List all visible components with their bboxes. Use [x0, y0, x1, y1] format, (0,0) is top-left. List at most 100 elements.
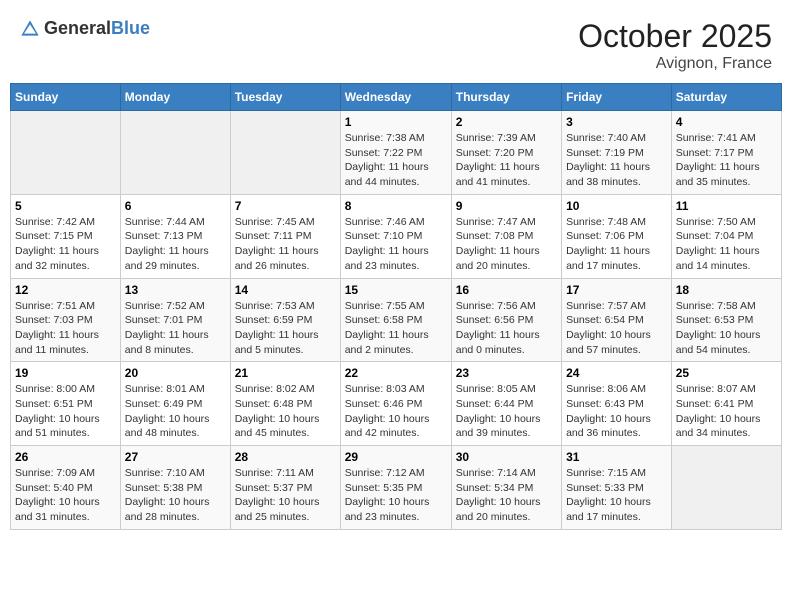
day-number: 8	[345, 199, 447, 213]
calendar-cell: 3 Sunrise: 7:40 AM Sunset: 7:19 PM Daylig…	[562, 111, 672, 195]
day-number: 2	[456, 115, 557, 129]
month-title: October 2025 Avignon, France	[578, 18, 772, 73]
weekday-header-tuesday: Tuesday	[230, 84, 340, 111]
calendar-cell: 5Sunrise: 7:42 AM Sunset: 7:15 PM Daylig…	[11, 194, 121, 278]
day-number: 16	[456, 283, 557, 297]
day-number: 27	[125, 450, 226, 464]
calendar-cell: 11 Sunrise: 7:50 AM Sunset: 7:04 PM Dayli…	[671, 194, 781, 278]
calendar-cell: 8 Sunrise: 7:46 AM Sunset: 7:10 PM Daylig…	[340, 194, 451, 278]
day-number: 28	[235, 450, 336, 464]
day-number: 19	[15, 366, 116, 380]
calendar-cell: 27Sunrise: 7:10 AM Sunset: 5:38 PM Dayli…	[120, 446, 230, 530]
day-number: 26	[15, 450, 116, 464]
day-number: 13	[125, 283, 226, 297]
page-header: GeneralBlue October 2025 Avignon, France	[10, 10, 782, 77]
day-info: Sunrise: 7:15 AM Sunset: 5:33 PM Dayligh…	[566, 466, 667, 525]
calendar-cell: 1 Sunrise: 7:38 AM Sunset: 7:22 PM Daylig…	[340, 111, 451, 195]
day-number: 22	[345, 366, 447, 380]
week-row-1: 1 Sunrise: 7:38 AM Sunset: 7:22 PM Daylig…	[11, 111, 782, 195]
day-info: Sunrise: 7:48 AM Sunset: 7:06 PM Dayligh…	[566, 215, 667, 274]
weekday-header-sunday: Sunday	[11, 84, 121, 111]
day-info: Sunrise: 7:44 AM Sunset: 7:13 PM Dayligh…	[125, 215, 226, 274]
calendar-cell: 17 Sunrise: 7:57 AM Sunset: 6:54 PM Dayli…	[562, 278, 672, 362]
calendar-cell: 12 Sunrise: 7:51 AM Sunset: 7:03 PM Dayli…	[11, 278, 121, 362]
day-info: Sunrise: 7:11 AM Sunset: 5:37 PM Dayligh…	[235, 466, 336, 525]
day-number: 24	[566, 366, 667, 380]
calendar-header: SundayMondayTuesdayWednesdayThursdayFrid…	[11, 84, 782, 111]
day-number: 11	[676, 199, 777, 213]
weekday-header-wednesday: Wednesday	[340, 84, 451, 111]
day-number: 29	[345, 450, 447, 464]
day-number: 25	[676, 366, 777, 380]
day-info: Sunrise: 7:39 AM Sunset: 7:20 PM Dayligh…	[456, 131, 557, 190]
calendar-cell: 20 Sunrise: 8:01 AM Sunset: 6:49 PM Dayli…	[120, 362, 230, 446]
calendar-cell: 13 Sunrise: 7:52 AM Sunset: 7:01 PM Dayli…	[120, 278, 230, 362]
calendar-cell: 25 Sunrise: 8:07 AM Sunset: 6:41 PM Dayli…	[671, 362, 781, 446]
calendar-cell: 26 Sunrise: 7:09 AM Sunset: 5:40 PM Dayli…	[11, 446, 121, 530]
day-number: 9	[456, 199, 557, 213]
day-info: Sunrise: 8:00 AM Sunset: 6:51 PM Dayligh…	[15, 382, 116, 441]
day-number: 5	[15, 199, 116, 213]
weekday-header-thursday: Thursday	[451, 84, 561, 111]
day-info: Sunrise: 7:53 AM Sunset: 6:59 PM Dayligh…	[235, 299, 336, 358]
day-info: Sunrise: 7:47 AM Sunset: 7:08 PM Dayligh…	[456, 215, 557, 274]
day-info: Sunrise: 7:51 AM Sunset: 7:03 PM Dayligh…	[15, 299, 116, 358]
month-year: October 2025	[578, 18, 772, 55]
weekday-header-monday: Monday	[120, 84, 230, 111]
calendar-cell: 30Sunrise: 7:14 AM Sunset: 5:34 PM Dayli…	[451, 446, 561, 530]
calendar-cell	[120, 111, 230, 195]
day-info: Sunrise: 7:57 AM Sunset: 6:54 PM Dayligh…	[566, 299, 667, 358]
day-info: Sunrise: 7:56 AM Sunset: 6:56 PM Dayligh…	[456, 299, 557, 358]
calendar-cell: 7Sunrise: 7:45 AM Sunset: 7:11 PM Daylig…	[230, 194, 340, 278]
day-info: Sunrise: 7:38 AM Sunset: 7:22 PM Dayligh…	[345, 131, 447, 190]
day-info: Sunrise: 8:05 AM Sunset: 6:44 PM Dayligh…	[456, 382, 557, 441]
day-number: 21	[235, 366, 336, 380]
calendar-cell: 14 Sunrise: 7:53 AM Sunset: 6:59 PM Dayli…	[230, 278, 340, 362]
day-number: 3	[566, 115, 667, 129]
calendar-cell: 22 Sunrise: 8:03 AM Sunset: 6:46 PM Dayli…	[340, 362, 451, 446]
day-info: Sunrise: 7:58 AM Sunset: 6:53 PM Dayligh…	[676, 299, 777, 358]
day-info: Sunrise: 7:14 AM Sunset: 5:34 PM Dayligh…	[456, 466, 557, 525]
day-info: Sunrise: 7:41 AM Sunset: 7:17 PM Dayligh…	[676, 131, 777, 190]
day-info: Sunrise: 7:50 AM Sunset: 7:04 PM Dayligh…	[676, 215, 777, 274]
day-number: 14	[235, 283, 336, 297]
week-row-5: 26 Sunrise: 7:09 AM Sunset: 5:40 PM Dayli…	[11, 446, 782, 530]
day-info: Sunrise: 7:55 AM Sunset: 6:58 PM Dayligh…	[345, 299, 447, 358]
day-number: 12	[15, 283, 116, 297]
week-row-4: 19 Sunrise: 8:00 AM Sunset: 6:51 PM Dayli…	[11, 362, 782, 446]
day-number: 17	[566, 283, 667, 297]
day-number: 1	[345, 115, 447, 129]
day-info: Sunrise: 8:03 AM Sunset: 6:46 PM Dayligh…	[345, 382, 447, 441]
calendar-cell: 24Sunrise: 8:06 AM Sunset: 6:43 PM Dayli…	[562, 362, 672, 446]
day-info: Sunrise: 7:46 AM Sunset: 7:10 PM Dayligh…	[345, 215, 447, 274]
day-info: Sunrise: 7:52 AM Sunset: 7:01 PM Dayligh…	[125, 299, 226, 358]
day-info: Sunrise: 7:09 AM Sunset: 5:40 PM Dayligh…	[15, 466, 116, 525]
calendar-cell	[11, 111, 121, 195]
calendar-cell	[230, 111, 340, 195]
weekday-header-row: SundayMondayTuesdayWednesdayThursdayFrid…	[11, 84, 782, 111]
calendar-cell	[671, 446, 781, 530]
day-number: 4	[676, 115, 777, 129]
day-number: 20	[125, 366, 226, 380]
calendar-cell: 18 Sunrise: 7:58 AM Sunset: 6:53 PM Dayli…	[671, 278, 781, 362]
day-info: Sunrise: 7:40 AM Sunset: 7:19 PM Dayligh…	[566, 131, 667, 190]
calendar-cell: 4 Sunrise: 7:41 AM Sunset: 7:17 PM Daylig…	[671, 111, 781, 195]
calendar-cell: 28 Sunrise: 7:11 AM Sunset: 5:37 PM Dayli…	[230, 446, 340, 530]
calendar-cell: 19 Sunrise: 8:00 AM Sunset: 6:51 PM Dayli…	[11, 362, 121, 446]
weekday-header-saturday: Saturday	[671, 84, 781, 111]
day-number: 15	[345, 283, 447, 297]
day-info: Sunrise: 8:01 AM Sunset: 6:49 PM Dayligh…	[125, 382, 226, 441]
day-number: 18	[676, 283, 777, 297]
week-row-2: 5Sunrise: 7:42 AM Sunset: 7:15 PM Daylig…	[11, 194, 782, 278]
location: Avignon, France	[578, 55, 772, 73]
logo: GeneralBlue	[20, 18, 150, 39]
day-number: 10	[566, 199, 667, 213]
calendar-cell: 16 Sunrise: 7:56 AM Sunset: 6:56 PM Dayli…	[451, 278, 561, 362]
weekday-header-friday: Friday	[562, 84, 672, 111]
day-info: Sunrise: 8:07 AM Sunset: 6:41 PM Dayligh…	[676, 382, 777, 441]
day-number: 6	[125, 199, 226, 213]
calendar-body: 1 Sunrise: 7:38 AM Sunset: 7:22 PM Daylig…	[11, 111, 782, 530]
logo-icon	[20, 19, 40, 39]
day-info: Sunrise: 7:12 AM Sunset: 5:35 PM Dayligh…	[345, 466, 447, 525]
calendar-cell: 9 Sunrise: 7:47 AM Sunset: 7:08 PM Daylig…	[451, 194, 561, 278]
